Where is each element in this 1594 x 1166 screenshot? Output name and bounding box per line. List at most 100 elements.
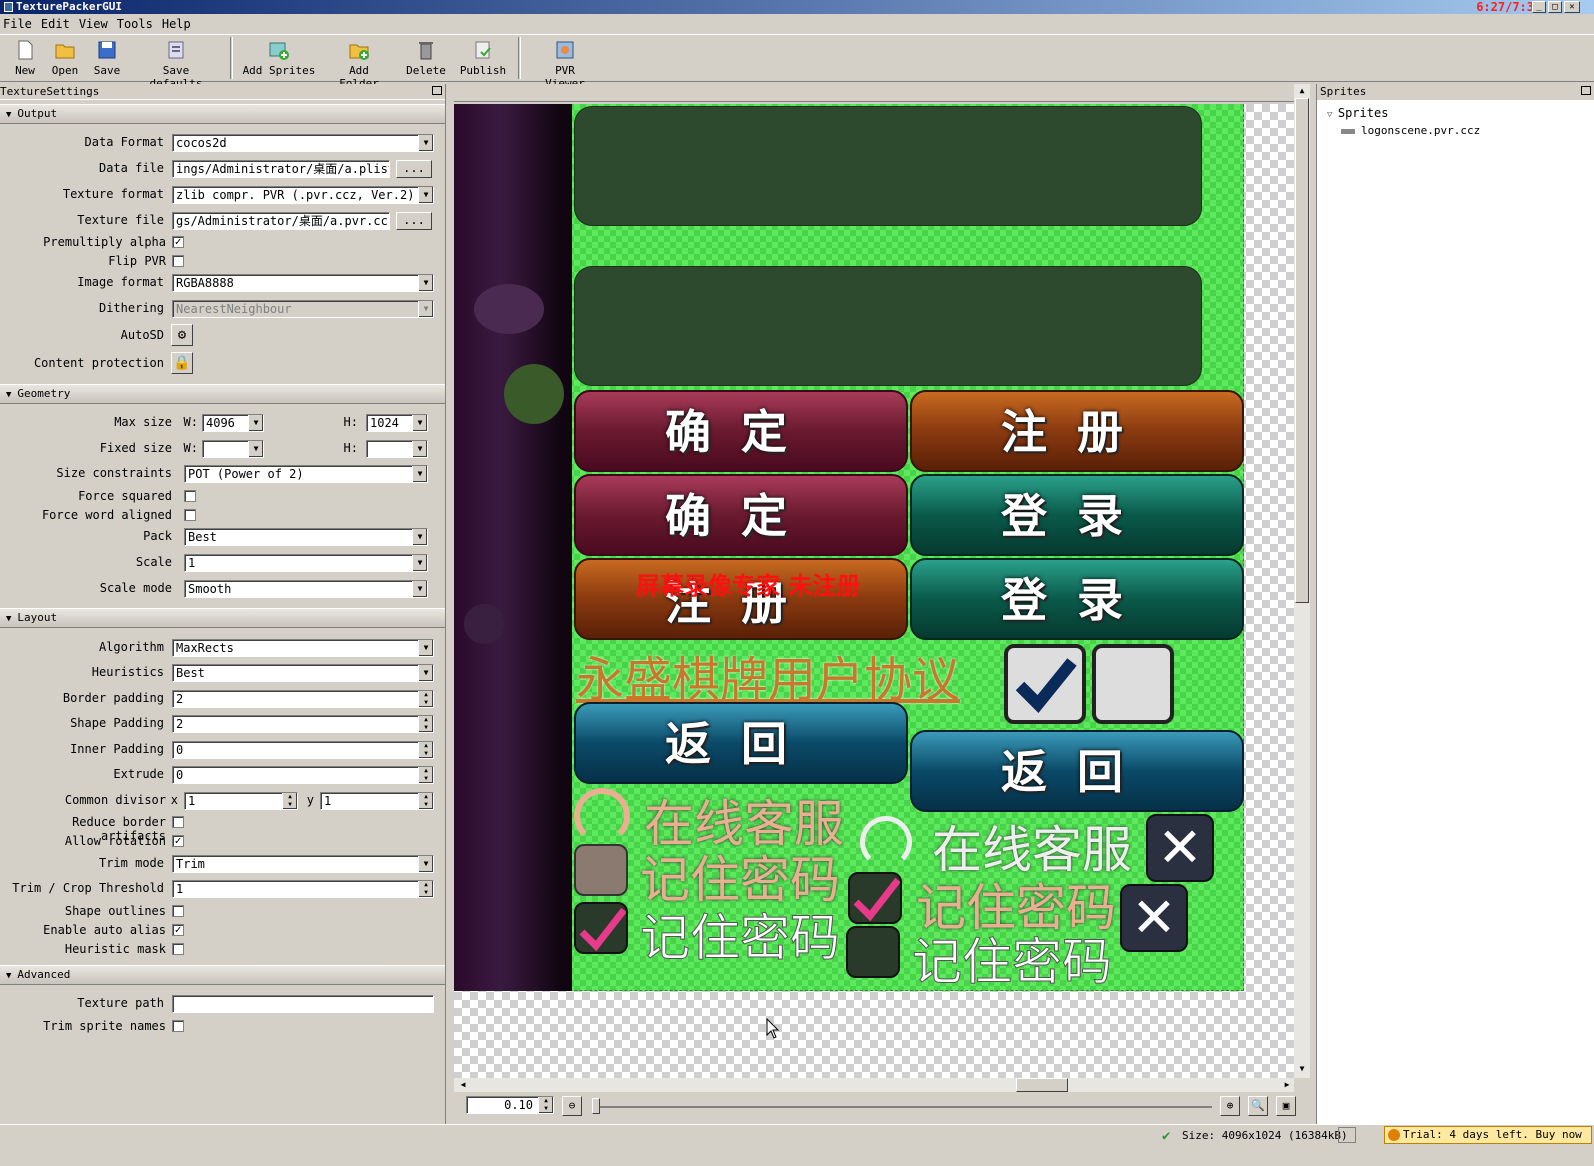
horizontal-scrollbar[interactable] — [454, 1078, 1294, 1092]
zoom-in-button[interactable]: ⊕ — [1220, 1096, 1240, 1116]
shape-padding-spinbox[interactable]: 2 ▲ ▼ — [172, 715, 434, 733]
heuristic-mask-checkbox[interactable] — [172, 943, 184, 955]
max-h-label: H: — [343, 415, 358, 429]
menu-view[interactable]: View — [76, 14, 114, 31]
texture-file-browse-button[interactable]: ... — [396, 212, 432, 230]
section-layout[interactable]: ▼ Layout — [0, 608, 445, 628]
content-protection-button[interactable]: 🔒 — [171, 352, 193, 374]
image-format-select[interactable]: RGBA8888 ▼ — [172, 274, 434, 292]
force-word-checkbox[interactable] — [184, 509, 196, 521]
publish-button[interactable]: Publish — [458, 37, 508, 81]
max-height-select[interactable]: 1024 ▼ — [366, 414, 428, 432]
trim-mode-select[interactable]: Trim ▼ — [172, 855, 434, 873]
pvr-viewer-button[interactable]: PVR Viewer — [532, 37, 598, 90]
zoom-out-icon: ⊖ — [568, 1099, 576, 1112]
zoom-100-button[interactable]: 🔍 — [1248, 1096, 1268, 1116]
texture-path-input[interactable] — [172, 995, 434, 1013]
data-file-browse-button[interactable]: ... — [396, 160, 432, 178]
data-file-input[interactable]: ings/Administrator/桌面/a.plist — [172, 160, 390, 178]
headset-icon — [574, 788, 630, 844]
pack-select[interactable]: Best ▼ — [184, 528, 428, 546]
flip-pvr-checkbox[interactable] — [172, 255, 184, 267]
dropdown-arrow-icon: ▼ — [418, 665, 433, 681]
dropdown-arrow-icon: ▼ — [412, 555, 427, 571]
vertical-scroll-thumb[interactable] — [1295, 98, 1309, 603]
tree-root[interactable]: ▽ Sprites — [1327, 106, 1388, 120]
extrude-spinbox[interactable]: 0 ▲ ▼ — [172, 766, 434, 784]
divisor-x-spinbox[interactable]: 1 ▲ ▼ — [184, 792, 298, 810]
menu-tools[interactable]: Tools — [114, 14, 159, 31]
premultiply-checkbox[interactable]: ✓ — [172, 236, 184, 248]
menu-help[interactable]: Help — [159, 14, 197, 31]
zoom-spinbox[interactable]: 0.10 ▲ ▼ — [466, 1096, 554, 1114]
back-button-sprite: 返回 — [574, 702, 908, 784]
remember-checkbox-sprite — [574, 844, 628, 896]
algorithm-select[interactable]: MaxRects ▼ — [172, 639, 434, 657]
inner-padding-spinbox[interactable]: 0 ▲ ▼ — [172, 741, 434, 759]
scroll-left-icon[interactable]: ◀ — [456, 1078, 470, 1092]
float-panel-icon[interactable] — [1581, 86, 1591, 95]
section-geometry[interactable]: ▼ Geometry — [0, 384, 445, 404]
scale-mode-select[interactable]: Smooth ▼ — [184, 580, 428, 598]
dropdown-arrow-icon: ▼ — [418, 640, 433, 656]
section-output[interactable]: ▼ Output — [0, 104, 445, 124]
add-folder-button[interactable]: Add Folder — [326, 37, 392, 90]
trim-names-checkbox[interactable] — [172, 1020, 184, 1032]
fixed-height-select[interactable]: ▼ — [366, 440, 428, 458]
trial-notice[interactable]: Trial: 4 days left. Buy now — [1384, 1126, 1592, 1144]
delete-button[interactable]: Delete — [402, 37, 450, 81]
window-title: TexturePackerGUI — [16, 0, 122, 13]
menu-file[interactable]: File — [0, 14, 38, 31]
scroll-down-icon[interactable]: ▼ — [1295, 1062, 1309, 1076]
auto-alias-checkbox[interactable]: ✓ — [172, 924, 184, 936]
texture-format-select[interactable]: zlib compr. PVR (.pvr.ccz, Ver.2) ▼ — [172, 186, 434, 204]
dropdown-arrow-icon: ▼ — [412, 415, 427, 431]
zoom-fit-button[interactable]: ▣ — [1276, 1096, 1296, 1116]
dropdown-arrow-icon: ▼ — [412, 529, 427, 545]
max-width-select[interactable]: 4096 ▼ — [202, 414, 264, 432]
zoom-slider-track[interactable] — [592, 1106, 1212, 1108]
tree-item[interactable]: logonscene.pvr.ccz — [1341, 124, 1480, 137]
shape-padding-label: Shape Padding — [70, 716, 164, 730]
float-panel-icon[interactable] — [432, 86, 442, 95]
new-button[interactable]: New — [8, 37, 42, 81]
autosd-button[interactable]: ⚙ — [171, 324, 193, 346]
section-advanced[interactable]: ▼ Advanced — [0, 965, 445, 985]
texture-file-input[interactable]: gs/Administrator/桌面/a.pvr.ccz — [172, 212, 390, 230]
sprites-panel-title: Sprites — [1320, 85, 1367, 98]
section-layout-label: Layout — [17, 611, 58, 624]
heuristics-select[interactable]: Best ▼ — [172, 664, 434, 682]
magnifier-icon: 🔍 — [1251, 1099, 1265, 1112]
data-format-select[interactable]: cocos2d ▼ — [172, 134, 434, 152]
horizontal-scroll-thumb[interactable] — [1016, 1078, 1068, 1092]
common-divisor-label: Common divisor — [64, 793, 166, 807]
shape-outlines-checkbox[interactable] — [172, 905, 184, 917]
atlas-canvas[interactable]: 确定 注册 确定 登录 注册 登录 屏幕录像专家 未注册 永盛棋牌用户协议 返回… — [454, 104, 1294, 1078]
size-constraints-select[interactable]: POT (Power of 2) ▼ — [184, 465, 428, 483]
scale-select[interactable]: 1 ▼ — [184, 554, 428, 572]
fixed-width-select[interactable]: ▼ — [202, 440, 264, 458]
menu-edit[interactable]: Edit — [38, 14, 76, 31]
scroll-right-icon[interactable]: ▶ — [1280, 1078, 1294, 1092]
dropdown-arrow-icon: ▼ — [418, 856, 433, 872]
save-button[interactable]: Save — [88, 37, 126, 81]
open-button[interactable]: Open — [46, 37, 84, 81]
minimize-button[interactable]: _ — [1532, 1, 1546, 13]
force-squared-checkbox[interactable] — [184, 490, 196, 502]
scroll-up-icon[interactable]: ▲ — [1295, 84, 1309, 98]
save-defaults-icon — [168, 41, 184, 59]
close-button[interactable]: ✕ — [1564, 1, 1580, 13]
save-defaults-button[interactable]: Save defaults — [134, 37, 218, 90]
divisor-y-spinbox[interactable]: 1 ▲ ▼ — [320, 792, 434, 810]
tree-expand-icon: ▽ — [1327, 110, 1338, 120]
maximize-button[interactable]: □ — [1548, 1, 1562, 13]
remember-checked-sprite — [574, 902, 628, 954]
border-padding-spinbox[interactable]: 2 ▲ ▼ — [172, 690, 434, 708]
zoom-slider-handle[interactable] — [592, 1098, 600, 1114]
trim-threshold-spinbox[interactable]: 1 ▲ ▼ — [172, 880, 434, 898]
allow-rotation-checkbox[interactable]: ✓ — [172, 835, 184, 847]
allow-rotation-label: Allow rotation — [64, 834, 166, 848]
reduce-border-checkbox[interactable] — [172, 816, 184, 828]
zoom-out-button[interactable]: ⊖ — [562, 1096, 582, 1116]
add-sprites-button[interactable]: Add Sprites — [242, 37, 316, 81]
